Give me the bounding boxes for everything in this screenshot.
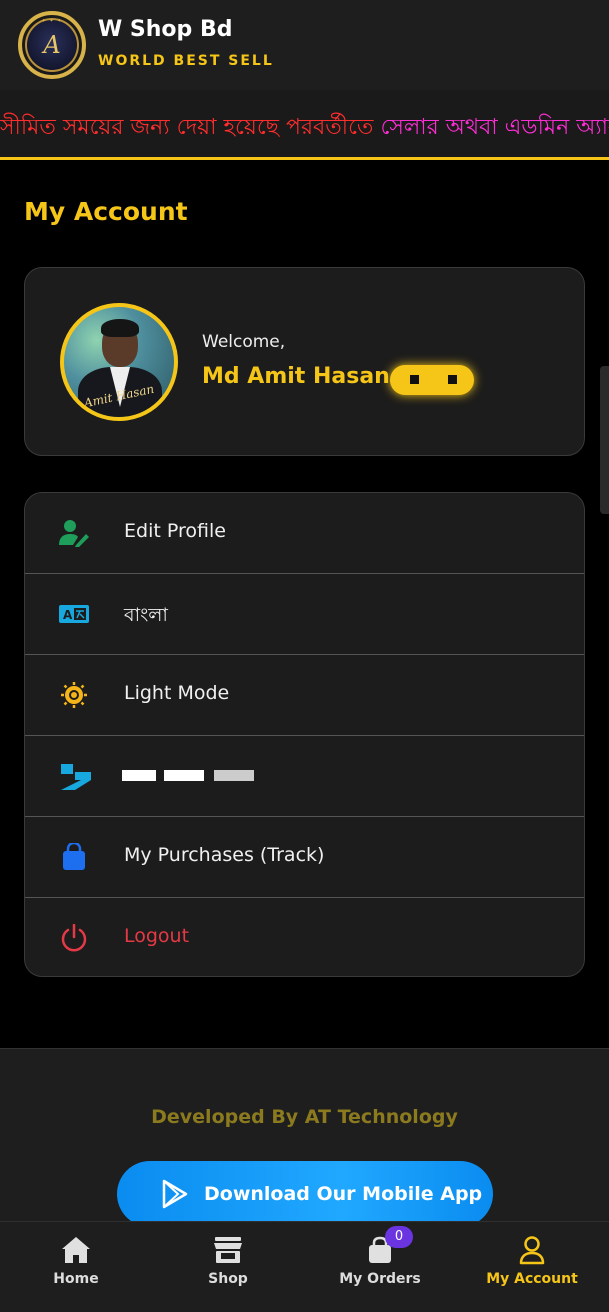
menu-label-logout: Logout: [124, 925, 190, 947]
brand-name[interactable]: W Shop Bd: [98, 17, 232, 42]
redacted-text: [214, 770, 254, 781]
user-edit-icon: [59, 520, 89, 547]
menu-label-light-mode: Light Mode: [124, 682, 230, 704]
avatar[interactable]: Amit Hasan: [60, 303, 178, 421]
welcome-text: Welcome,: [202, 332, 286, 352]
avatar-hair: [101, 319, 139, 337]
nav-label-home: Home: [53, 1271, 99, 1287]
user-name: Md Amit Hasan: [202, 364, 390, 389]
notice-marquee: সীমিত সময়ের জন্য দেয়া হয়েছে পরবর্তীতে…: [0, 90, 609, 160]
bottom-nav: Home Shop 0 My Orders My Account: [0, 1221, 609, 1312]
nav-label-my-account: My Account: [486, 1271, 578, 1287]
menu-item-edit-profile[interactable]: Edit Profile: [25, 493, 584, 574]
logo-letter: A: [43, 31, 61, 59]
page-footer: Developed By AT Technology Download Our …: [0, 1048, 609, 1227]
menu-item-language[interactable]: A বাংলা: [25, 574, 584, 655]
page-title: My Account: [24, 197, 188, 226]
marquee-text: সীমিত সময়ের জন্য দেয়া হয়েছে পরবর্তীতে…: [0, 110, 609, 147]
logo-ring: ✦ ✦ ✦: [41, 18, 63, 24]
menu-label-language: বাংলা: [124, 604, 168, 626]
menu-item-logout[interactable]: Logout: [25, 898, 584, 976]
verified-badge: [390, 365, 474, 395]
menu-item-my-purchases[interactable]: My Purchases (Track): [25, 817, 584, 898]
nav-item-shop[interactable]: Shop: [152, 1222, 304, 1312]
sun-icon: [61, 682, 87, 708]
menu-item-light-mode[interactable]: Light Mode: [25, 655, 584, 736]
brand-logo[interactable]: ✦ ✦ ✦ A: [18, 11, 86, 79]
side-drawer-handle[interactable]: [600, 366, 609, 514]
nav-item-home[interactable]: Home: [0, 1222, 152, 1312]
nav-label-shop: Shop: [208, 1271, 248, 1287]
dashboard-icon: [61, 764, 91, 790]
account-menu: Edit Profile A বাংলা Light Mode My Purch…: [24, 492, 585, 977]
store-icon: [214, 1237, 242, 1263]
download-app-label: Download Our Mobile App: [204, 1183, 483, 1205]
app-header: ✦ ✦ ✦ A W Shop Bd WORLD BEST SELL: [0, 0, 609, 90]
profile-card: Amit Hasan Welcome, Md Amit Hasan: [24, 267, 585, 456]
developer-credit: Developed By AT Technology: [151, 1106, 458, 1128]
shopping-bag-icon: [63, 843, 85, 870]
play-store-icon: [162, 1179, 188, 1209]
nav-item-my-account[interactable]: My Account: [456, 1222, 608, 1312]
menu-item-dashboard[interactable]: [25, 736, 584, 817]
nav-item-my-orders[interactable]: 0 My Orders: [304, 1222, 456, 1312]
user-icon: [519, 1236, 545, 1265]
orders-count-badge: 0: [385, 1226, 413, 1248]
svg-text:A: A: [63, 608, 73, 622]
power-icon: [61, 924, 87, 952]
redacted-text: [164, 770, 204, 781]
marquee-text-red: সীমিত সময়ের জন্য দেয়া হয়েছে পরবর্তীতে: [0, 115, 381, 140]
brand-tagline: WORLD BEST SELL: [98, 53, 274, 69]
menu-label-edit-profile: Edit Profile: [124, 520, 226, 542]
home-icon: [62, 1237, 90, 1263]
language-icon: A: [59, 605, 89, 623]
menu-label-my-purchases: My Purchases (Track): [124, 844, 325, 866]
badge-dot: [410, 375, 419, 384]
redacted-text: [122, 770, 156, 781]
badge-dot: [448, 375, 457, 384]
download-app-button[interactable]: Download Our Mobile App: [117, 1161, 493, 1227]
marquee-text-pink: সেলার অথবা এডমিন অ্যাকাউ: [380, 115, 609, 140]
nav-label-my-orders: My Orders: [339, 1271, 421, 1287]
